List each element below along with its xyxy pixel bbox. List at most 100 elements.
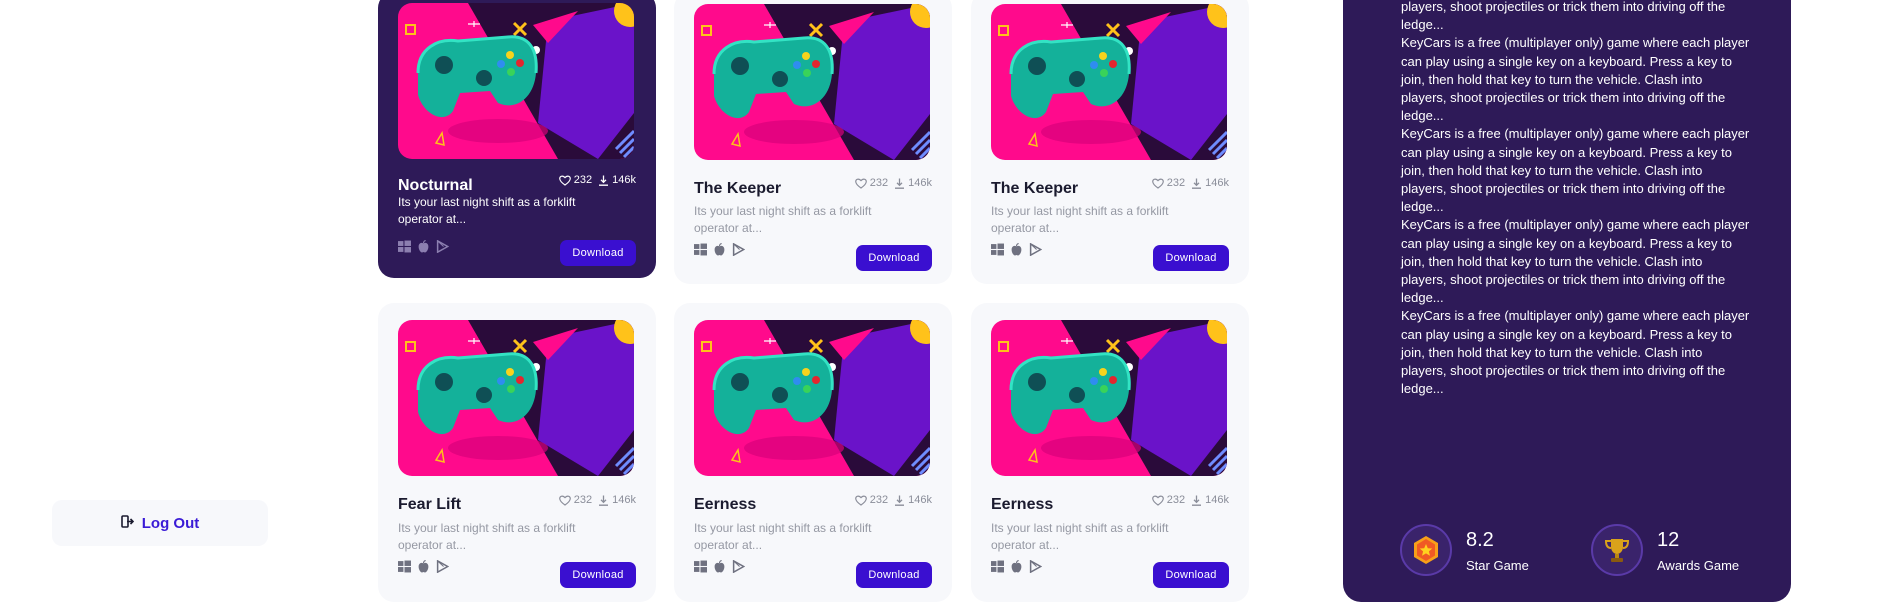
downloads-count: 146k <box>908 494 932 506</box>
trophy-icon <box>1591 524 1643 576</box>
description-paragraph: KeyCars is a free (multiplayer only) gam… <box>1401 217 1750 306</box>
game-stats: 232 146k <box>558 494 636 506</box>
windows-icon <box>991 243 1004 256</box>
shield-star-icon <box>1400 524 1452 576</box>
game-thumbnail[interactable] <box>398 320 634 476</box>
play-store-icon <box>732 560 745 573</box>
heart-icon <box>854 495 867 506</box>
awards-label: Awards Game <box>1657 557 1740 573</box>
play-store-icon <box>436 560 449 573</box>
game-title[interactable]: Eerness <box>991 496 1053 514</box>
star-label: Star Game <box>1466 557 1529 573</box>
description-paragraph: KeyCars is a free (multiplayer only) gam… <box>1401 308 1750 397</box>
game-card[interactable]: The Keeper 232 146k Its your last night … <box>971 0 1249 284</box>
platform-icons <box>991 560 1042 573</box>
star-stat: 8.2 Star Game <box>1400 524 1529 576</box>
download-button[interactable]: Download <box>1153 245 1229 271</box>
game-title[interactable]: Nocturnal <box>398 177 473 195</box>
apple-icon <box>418 240 429 253</box>
description-paragraph: players, shoot projectiles or trick them… <box>1401 0 1726 33</box>
download-icon <box>1192 495 1202 506</box>
game-thumbnail[interactable] <box>991 4 1227 160</box>
apple-icon <box>714 560 725 573</box>
download-button[interactable]: Download <box>560 562 636 588</box>
game-card[interactable]: Eerness 232 146k Its your last night shi… <box>971 303 1249 602</box>
game-title[interactable]: The Keeper <box>694 180 781 198</box>
game-short-description: Its your last night shift as a forklift … <box>694 521 872 552</box>
download-button[interactable]: Download <box>856 245 932 271</box>
awards-stat: 12 Awards Game <box>1591 524 1739 576</box>
download-button[interactable]: Download <box>560 240 636 266</box>
description-paragraph: KeyCars is a free (multiplayer only) gam… <box>1401 35 1750 124</box>
game-stats: 232 146k <box>1151 177 1229 189</box>
likes-count: 232 <box>869 494 889 506</box>
play-store-icon <box>1029 560 1042 573</box>
game-stats: 232 146k <box>558 174 636 186</box>
game-detail-panel: players, shoot projectiles or trick them… <box>1343 0 1791 602</box>
game-stats: 232 146k <box>854 177 932 189</box>
windows-icon <box>398 560 411 573</box>
logout-icon <box>120 515 134 531</box>
likes-count: 232 <box>1166 177 1186 189</box>
heart-icon <box>558 175 571 186</box>
windows-icon <box>694 243 707 256</box>
downloads-count: 146k <box>612 174 636 186</box>
download-icon <box>599 495 609 506</box>
star-value: 8.2 <box>1466 528 1494 551</box>
game-stats: 232 146k <box>1151 494 1229 506</box>
game-thumbnail[interactable] <box>694 320 930 476</box>
game-short-description: Its your last night shift as a forklift … <box>398 521 576 552</box>
logout-button[interactable]: Log Out <box>52 500 268 546</box>
heart-icon <box>1151 178 1164 189</box>
play-store-icon <box>1029 243 1042 256</box>
download-icon <box>895 178 905 189</box>
game-short-description: Its your last night shift as a forklift … <box>991 521 1169 552</box>
apple-icon <box>418 560 429 573</box>
game-short-description: Its your last night shift as a forklift … <box>694 204 872 235</box>
likes-count: 232 <box>869 177 889 189</box>
download-button[interactable]: Download <box>856 562 932 588</box>
likes-count: 232 <box>573 494 593 506</box>
download-button[interactable]: Download <box>1153 562 1229 588</box>
heart-icon <box>558 495 571 506</box>
downloads-count: 146k <box>1205 494 1229 506</box>
windows-icon <box>398 240 411 253</box>
game-title[interactable]: Fear Lift <box>398 496 461 514</box>
downloads-count: 146k <box>908 177 932 189</box>
platform-icons <box>398 240 449 253</box>
game-card[interactable]: Fear Lift 232 146k Its your last night s… <box>378 303 656 602</box>
download-icon <box>1192 178 1202 189</box>
game-title[interactable]: The Keeper <box>991 180 1078 198</box>
apple-icon <box>714 243 725 256</box>
play-store-icon <box>732 243 745 256</box>
logout-label: Log Out <box>141 514 200 532</box>
likes-count: 232 <box>1166 494 1186 506</box>
game-thumbnail[interactable] <box>694 4 930 160</box>
downloads-count: 146k <box>1205 177 1229 189</box>
apple-icon <box>1011 243 1022 256</box>
game-thumbnail[interactable] <box>991 320 1227 476</box>
game-card[interactable]: The Keeper 232 146k Its your last night … <box>674 0 952 284</box>
platform-icons <box>991 243 1042 256</box>
game-stats: 232 146k <box>854 494 932 506</box>
game-title[interactable]: Eerness <box>694 496 756 514</box>
platform-icons <box>694 560 745 573</box>
downloads-count: 146k <box>612 494 636 506</box>
game-thumbnail[interactable] <box>398 3 634 159</box>
windows-icon <box>694 560 707 573</box>
windows-icon <box>991 560 1004 573</box>
game-card[interactable]: Nocturnal 232 146k Its your last night s… <box>378 0 656 278</box>
apple-icon <box>1011 560 1022 573</box>
game-card[interactable]: Eerness 232 146k Its your last night shi… <box>674 303 952 602</box>
game-short-description: Its your last night shift as a forklift … <box>398 195 576 226</box>
download-icon <box>895 495 905 506</box>
game-description: players, shoot projectiles or trick them… <box>1401 0 1751 398</box>
heart-icon <box>854 178 867 189</box>
game-short-description: Its your last night shift as a forklift … <box>991 204 1169 235</box>
download-icon <box>599 175 609 186</box>
description-paragraph: KeyCars is a free (multiplayer only) gam… <box>1401 126 1750 215</box>
likes-count: 232 <box>573 174 593 186</box>
heart-icon <box>1151 495 1164 506</box>
platform-icons <box>398 560 449 573</box>
play-store-icon <box>436 240 449 253</box>
